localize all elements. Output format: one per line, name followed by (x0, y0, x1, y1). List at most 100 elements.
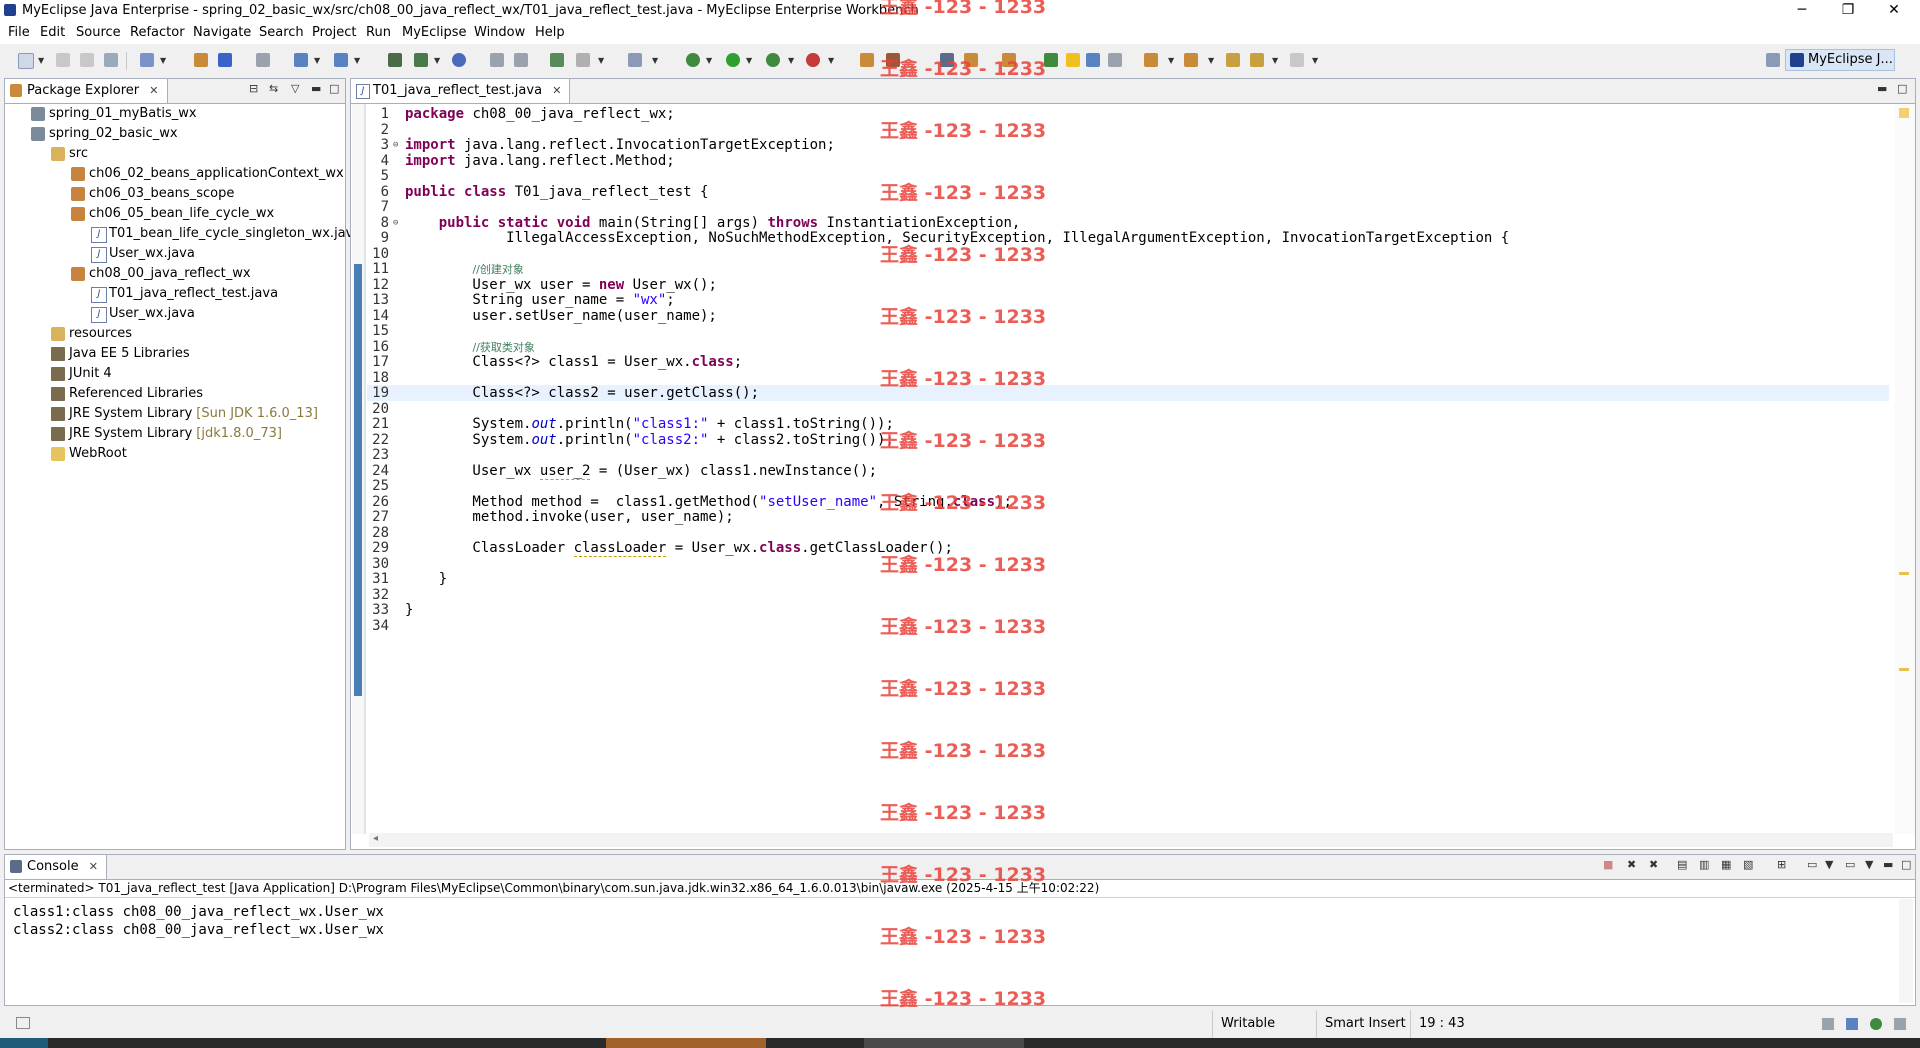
new-dropdown-arrow-icon[interactable]: ▼ (38, 56, 44, 65)
close-icon[interactable]: ✕ (552, 84, 561, 97)
save-icon[interactable] (56, 53, 70, 67)
close-window-button[interactable]: ✕ (1872, 0, 1916, 22)
restore-button[interactable]: ❐ (1826, 0, 1870, 22)
console-vertical-scrollbar[interactable] (1899, 899, 1913, 1003)
dropdown-arrow-icon[interactable]: ▼ (598, 56, 604, 65)
block-selection-icon[interactable] (1086, 53, 1100, 67)
sync-icon[interactable] (490, 53, 504, 67)
code-line[interactable]: 29 ClassLoader classLoader = User_wx.cla… (367, 540, 1889, 557)
display-console-icon[interactable]: ▭ (1807, 858, 1817, 871)
maximize-view-icon[interactable]: □ (1897, 82, 1907, 95)
tray-icon[interactable] (1822, 1018, 1834, 1030)
save-all-icon[interactable] (80, 53, 94, 67)
dropdown-arrow-icon[interactable]: ▼ (1272, 56, 1278, 65)
minimize-view-icon[interactable]: ▬ (1877, 82, 1887, 95)
code-line[interactable]: 10 (367, 246, 1889, 262)
run-icon[interactable] (726, 53, 740, 67)
deploy-icon[interactable] (294, 53, 308, 67)
code-line[interactable]: 11 //创建对象 (367, 261, 1889, 277)
open-console-icon[interactable]: ▭ (1845, 858, 1855, 871)
tab-package-explorer[interactable]: Package Explorer ✕ (5, 79, 168, 103)
dropdown-arrow-icon[interactable]: ▼ (434, 56, 440, 65)
tab-console[interactable]: Console ✕ (5, 855, 107, 879)
scroll-lock-icon[interactable]: ▥ (1699, 858, 1709, 871)
tab-editor-file[interactable]: J T01_java_reflect_test.java ✕ (351, 79, 571, 103)
code-line[interactable]: 6 public class T01_java_reflect_test { (367, 184, 1889, 200)
menu-help[interactable]: Help (535, 25, 565, 40)
tray-icon[interactable] (1894, 1018, 1906, 1030)
menu-run[interactable]: Run (366, 25, 391, 40)
fold-toggle-icon[interactable]: ⊖ (393, 215, 398, 231)
search-icon[interactable] (334, 53, 348, 67)
maximize-view-icon[interactable]: □ (329, 82, 339, 95)
dropdown-arrow-icon[interactable]: ▼ (1865, 858, 1873, 871)
export-icon[interactable] (514, 53, 528, 67)
last-edit-location-icon[interactable] (1226, 53, 1240, 67)
code-line[interactable]: 34 (367, 618, 1889, 634)
debug-icon[interactable] (686, 53, 700, 67)
remove-launch-icon[interactable]: ✖ (1627, 858, 1636, 871)
view-menu-icon[interactable]: ▽ (291, 82, 299, 95)
external-icon[interactable] (576, 53, 590, 67)
code-area[interactable]: 1 package ch08_00_java_reflect_wx; 2 3 ⊖ impo… (367, 106, 1889, 834)
code-line[interactable]: 13 String user_name = "wx"; (367, 292, 1889, 308)
code-line[interactable]: 25 (367, 478, 1889, 494)
maximize-view-icon[interactable]: □ (1901, 858, 1911, 871)
tray-icon[interactable] (1846, 1018, 1858, 1030)
scroll-left-icon[interactable]: ◂ (373, 833, 378, 844)
new-interface-icon[interactable] (886, 53, 900, 67)
dropdown-arrow-icon[interactable]: ▼ (314, 56, 320, 65)
new-package-icon[interactable] (860, 53, 874, 67)
coverage-icon[interactable] (766, 53, 780, 67)
open-task-icon[interactable] (940, 53, 954, 67)
tray-icon[interactable] (1870, 1018, 1882, 1030)
close-icon[interactable]: ✕ (149, 84, 158, 97)
code-line[interactable]: 12 User_wx user = new User_wx(); (367, 277, 1889, 293)
menu-project[interactable]: Project (312, 25, 356, 40)
code-line[interactable]: 2 (367, 122, 1889, 138)
new-icon[interactable] (18, 53, 34, 69)
browser-icon[interactable] (452, 53, 466, 67)
dropdown-arrow-icon[interactable]: ▼ (788, 56, 794, 65)
clear-console-icon[interactable]: ▤ (1677, 858, 1687, 871)
dropdown-arrow-icon[interactable]: ▼ (652, 56, 658, 65)
dropdown-arrow-icon[interactable]: ▼ (354, 56, 360, 65)
code-line[interactable]: 30 (367, 556, 1889, 572)
code-line[interactable]: 4 import java.lang.reflect.Method; (367, 153, 1889, 169)
remove-all-terminated-icon[interactable]: ✖ (1649, 858, 1658, 871)
code-line[interactable]: 32 (367, 587, 1889, 603)
show-on-error-icon[interactable]: ▧ (1743, 858, 1753, 871)
monitor-icon[interactable] (628, 53, 642, 67)
code-line[interactable]: 21 System.out.println("class1:" + class1… (367, 416, 1889, 432)
code-line[interactable]: 33} (367, 602, 1889, 618)
open-perspective-icon[interactable] (388, 53, 402, 67)
show-whitespace-icon[interactable] (1108, 53, 1122, 67)
code-line[interactable]: 18 (367, 370, 1889, 386)
dropdown-arrow-icon[interactable]: ▼ (1208, 56, 1214, 65)
menu-refactor[interactable]: Refactor (130, 25, 185, 40)
link-with-editor-icon[interactable]: ⇆ (269, 82, 278, 95)
warning-icon[interactable] (1899, 108, 1909, 118)
code-line[interactable]: 24 User_wx user_2 = (User_wx) class1.new… (367, 462, 1889, 480)
menu-file[interactable]: File (8, 25, 30, 40)
code-line[interactable]: 26 Method method = class1.getMethod("set… (367, 494, 1889, 510)
minimize-button[interactable]: ─ (1780, 0, 1824, 22)
code-line[interactable]: 7 (367, 199, 1889, 215)
minimize-view-icon[interactable]: ▬ (1883, 858, 1893, 871)
print-icon[interactable] (104, 53, 118, 67)
new-java-project-icon[interactable] (140, 53, 154, 67)
code-line[interactable]: 9 IllegalAccessException, NoSuchMethodEx… (367, 230, 1889, 246)
open-type-icon[interactable] (194, 53, 208, 67)
dropdown-arrow-icon[interactable]: ▼ (1825, 858, 1833, 871)
code-line[interactable]: 17 Class<?> class1 = User_wx.class; (367, 354, 1889, 370)
warning-marker[interactable] (1899, 668, 1909, 671)
menu-myeclipse[interactable]: MyEclipse (402, 25, 467, 40)
code-line[interactable]: 14 user.setUser_name(user_name); (367, 308, 1889, 324)
dropdown-arrow-icon[interactable]: ▼ (746, 56, 752, 65)
collapse-all-icon[interactable]: ⊟ (249, 82, 258, 95)
mark-occurrences-icon[interactable] (1044, 53, 1058, 67)
fast-view-icon[interactable] (16, 1017, 30, 1029)
code-line[interactable]: 8 ⊖ public static void main(String[] args… (367, 215, 1889, 231)
code-line[interactable]: 22 System.out.println("class2:" + class2… (367, 432, 1889, 448)
profile-icon[interactable] (806, 53, 820, 67)
